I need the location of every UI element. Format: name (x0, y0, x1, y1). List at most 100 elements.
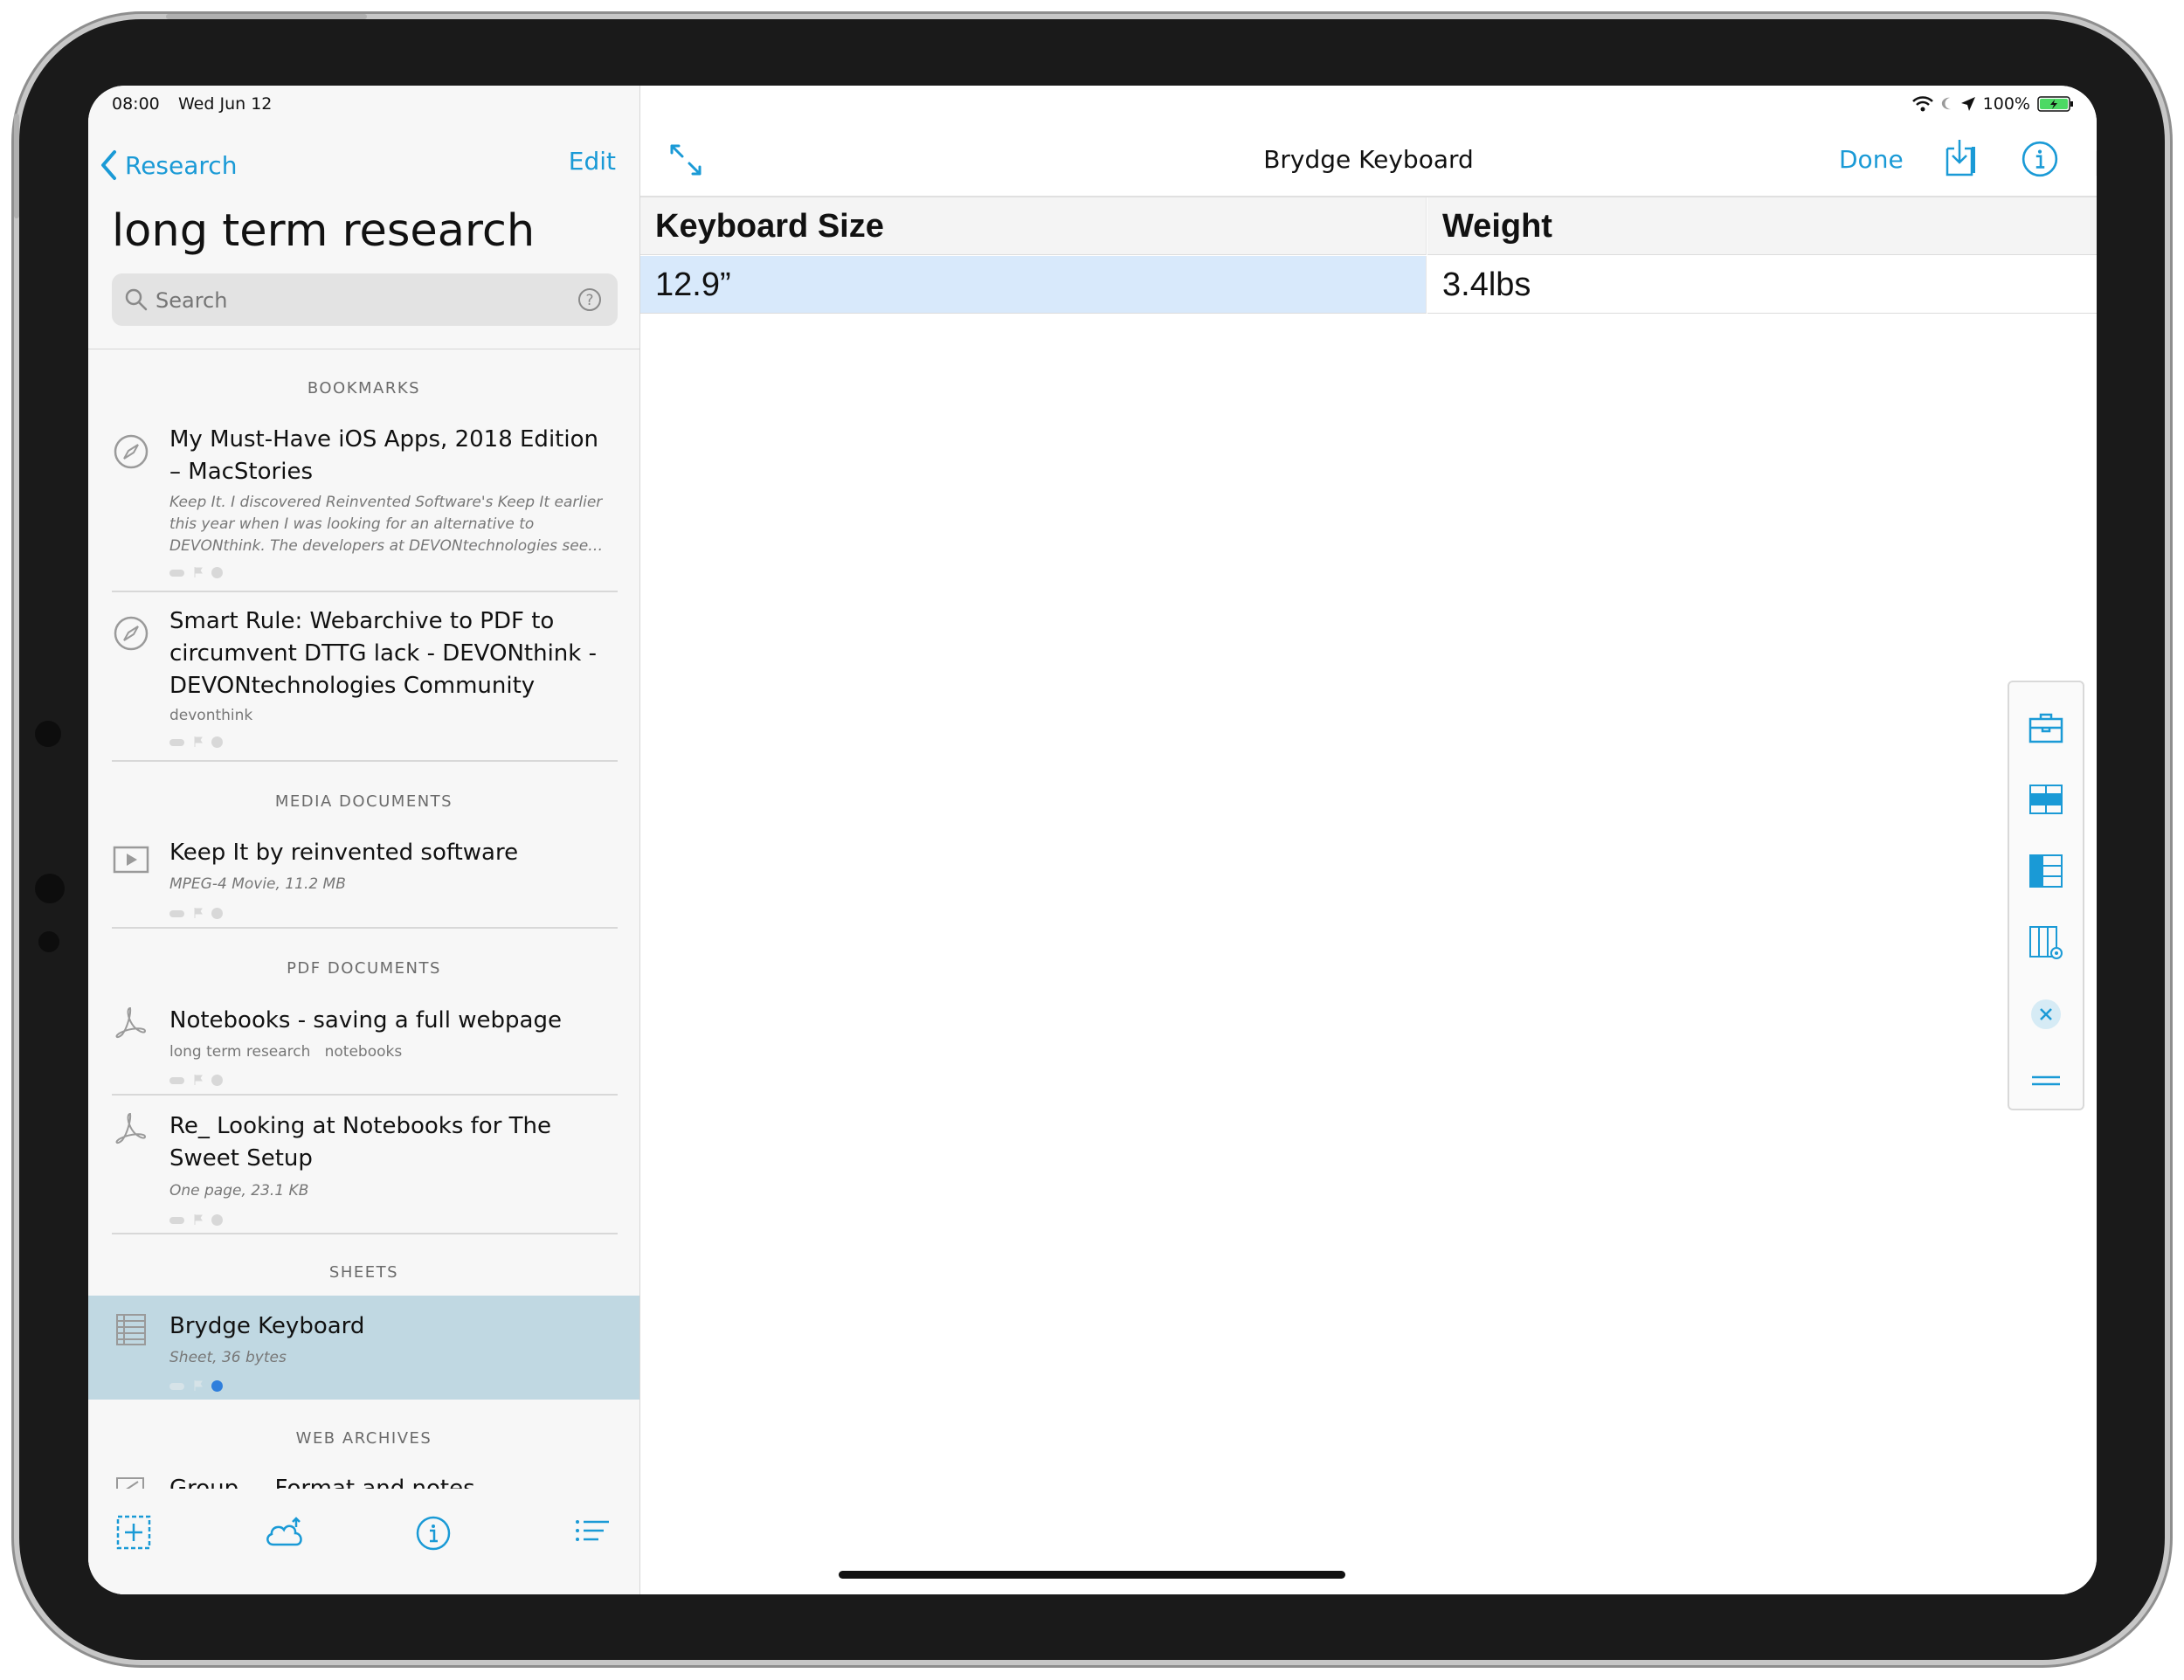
item-divider (112, 591, 618, 592)
table-cell[interactable]: 3.4lbs (1427, 256, 2097, 314)
section-media-documents: MEDIA DOCUMENTS (274, 792, 453, 811)
label-pill-icon (169, 910, 184, 917)
done-button[interactable]: Done (1839, 145, 1904, 174)
volume-up-button (166, 14, 271, 19)
flag-icon (194, 1214, 203, 1225)
flag-icon (194, 736, 203, 747)
safari-compass-icon (114, 616, 149, 651)
item-divider (112, 1233, 618, 1234)
list-item[interactable]: Re_ Looking at Notebooks for The Sweet S… (112, 1110, 618, 1233)
list-sort-icon[interactable] (574, 1515, 611, 1550)
list-item[interactable]: Keep It by reinvented software MPEG-4 Mo… (112, 837, 618, 924)
info-icon[interactable] (415, 1515, 452, 1552)
volume-down-button (262, 14, 367, 19)
bottom-toolbar (88, 1489, 639, 1594)
item-subtitle: long term research notebooks (169, 1043, 403, 1061)
item-subtitle: devonthink (169, 707, 253, 724)
pdf-icon (115, 1006, 147, 1039)
item-subtitle: MPEG-4 Movie, 11.2 MB (169, 875, 346, 893)
status-date: Wed Jun 12 (178, 94, 273, 114)
back-label: Research (125, 150, 238, 180)
grid-row-icon[interactable] (2027, 780, 2065, 819)
chevron-left-icon (101, 150, 116, 180)
camera-lens (35, 874, 65, 903)
list-item[interactable]: Smart Rule: Webarchive to PDF to circumv… (112, 605, 618, 748)
item-subtitle: Keep It. I discovered Reinvented Softwar… (169, 494, 604, 555)
grid-column-icon[interactable] (2027, 852, 2065, 890)
sheet-view: 100% Brydge Keyboard Done Keyboard Size … (640, 86, 2097, 1594)
label-pill-icon (169, 1077, 184, 1084)
info-icon[interactable] (2021, 140, 2059, 178)
item-title: Notebooks - saving a full webpage (169, 1007, 562, 1034)
item-title: Keep It by reinvented software (169, 840, 519, 866)
item-divider (112, 1094, 618, 1096)
search-field[interactable]: ? (112, 273, 618, 326)
list-item-selected[interactable]: Brydge Keyboard Sheet, 36 bytes (112, 1310, 618, 1398)
share-icon[interactable] (2092, 138, 2097, 178)
item-title: Smart Rule: Webarchive to PDF to circumv… (169, 608, 597, 699)
label-pill-icon (169, 1383, 184, 1390)
sidebar-title: long term research (112, 205, 536, 257)
list-item[interactable]: Notebooks - saving a full webpage long t… (112, 1005, 618, 1092)
moon-icon (1941, 97, 1951, 110)
label-pill-icon (169, 739, 184, 746)
column-header[interactable]: Keyboard Size (640, 197, 1427, 255)
flag-icon (194, 1075, 203, 1085)
list-item[interactable]: My Must-Have iOS Apps, 2018 Edition – Ma… (112, 424, 618, 579)
location-arrow-icon (1960, 97, 1975, 111)
battery-percent: 100% (1982, 94, 2030, 114)
table-cell-selected[interactable]: 12.9” (640, 256, 1427, 314)
unread-dot-icon (211, 1380, 223, 1392)
edit-button[interactable]: Edit (569, 147, 616, 176)
battery-charging-icon (2037, 96, 2073, 112)
home-indicator[interactable] (839, 1571, 1345, 1579)
wifi-icon (1911, 96, 1933, 112)
sheet-icon (116, 1314, 146, 1345)
section-web-archives: WEB ARCHIVES (295, 1429, 432, 1448)
unread-dot-icon (211, 736, 223, 748)
flag-icon (194, 567, 203, 577)
column-header[interactable]: Weight (1427, 197, 2097, 255)
item-divider (112, 927, 618, 929)
screen: 08:00 Wed Jun 12 Research Edit long term… (88, 86, 2097, 1594)
label-pill-icon (169, 1217, 184, 1224)
unread-dot-icon (211, 1075, 223, 1086)
help-icon[interactable]: ? (577, 287, 602, 312)
add-icon[interactable] (116, 1515, 151, 1550)
drag-handle-icon[interactable] (2027, 1061, 2065, 1100)
flag-icon (194, 1380, 203, 1391)
section-bookmarks: BOOKMARKS (307, 379, 421, 398)
status-time: 08:00 (112, 94, 160, 114)
label-pill-icon (169, 570, 184, 577)
cloud-sync-icon[interactable] (263, 1515, 307, 1550)
search-input[interactable] (154, 282, 559, 319)
document-sidebar: 08:00 Wed Jun 12 Research Edit long term… (88, 86, 640, 1594)
item-subtitle: Sheet, 36 bytes (169, 1349, 287, 1366)
item-title: Brydge Keyboard (169, 1313, 365, 1339)
column-settings-icon[interactable] (2027, 923, 2065, 962)
svg-text:?: ? (585, 292, 593, 309)
side-button (14, 114, 19, 218)
section-sheets: SHEETS (328, 1263, 399, 1282)
camera-flash (38, 931, 59, 952)
back-button[interactable]: Research (99, 143, 237, 187)
download-icon[interactable] (1942, 138, 1977, 178)
movie-icon (113, 846, 149, 874)
search-icon (125, 288, 148, 311)
close-icon[interactable] (2027, 995, 2065, 1034)
unread-dot-icon (211, 567, 223, 578)
item-title: Re_ Looking at Notebooks for The Sweet S… (169, 1113, 552, 1172)
sheet-tool-palette (2008, 681, 2084, 1110)
section-pdf-documents: PDF DOCUMENTS (287, 959, 441, 978)
pdf-icon (115, 1112, 147, 1144)
item-title: My Must-Have iOS Apps, 2018 Edition – Ma… (169, 426, 598, 485)
item-divider (112, 760, 618, 762)
safari-compass-icon (114, 434, 149, 469)
unread-dot-icon (211, 908, 223, 919)
flag-icon (194, 908, 203, 918)
toolbox-icon[interactable] (2027, 709, 2065, 747)
status-indicators: 100% (1911, 94, 2074, 114)
camera-sensor (35, 721, 61, 747)
unread-dot-icon (211, 1214, 223, 1226)
item-subtitle: One page, 23.1 KB (169, 1182, 309, 1200)
